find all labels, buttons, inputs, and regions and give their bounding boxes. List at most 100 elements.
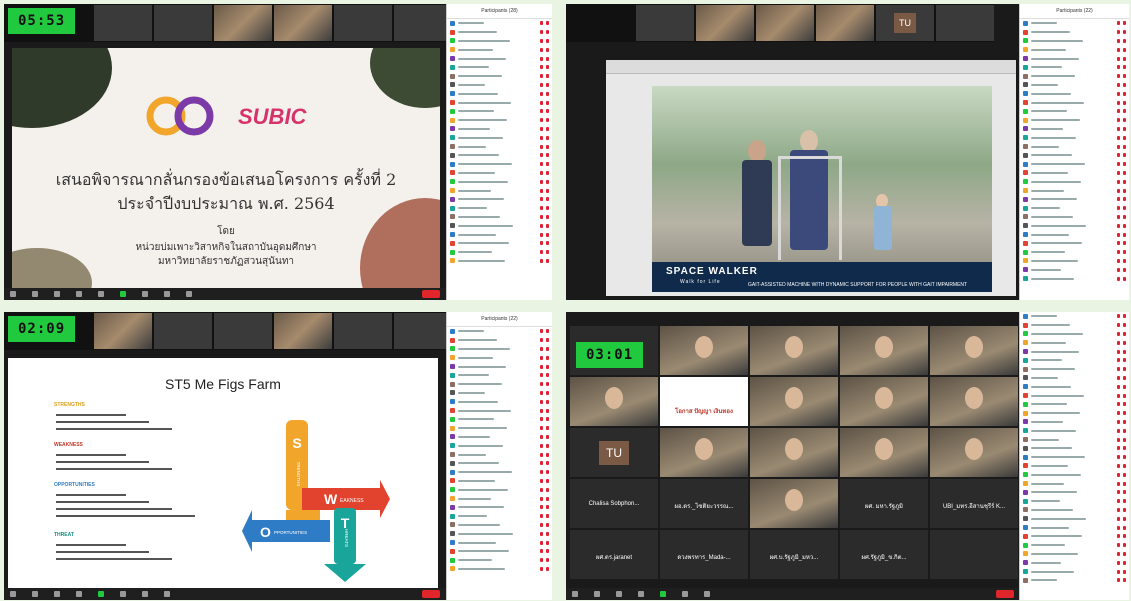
video-tile[interactable]: TU: [570, 428, 658, 477]
participant-row[interactable]: [447, 336, 552, 345]
participants-icon[interactable]: [638, 591, 644, 597]
video-tile[interactable]: Chalisa Sobphon...: [570, 479, 658, 528]
video-thumbnail[interactable]: [334, 5, 392, 41]
participant-row[interactable]: [1020, 37, 1129, 46]
video-tile[interactable]: [750, 428, 838, 477]
chat-icon[interactable]: [98, 291, 104, 297]
participant-row[interactable]: [447, 459, 552, 468]
video-tile[interactable]: [750, 326, 838, 375]
participant-row[interactable]: [447, 37, 552, 46]
mic-icon[interactable]: [10, 291, 16, 297]
record-icon[interactable]: [142, 591, 148, 597]
participant-row[interactable]: [447, 538, 552, 547]
participant-row[interactable]: [447, 397, 552, 406]
participant-row[interactable]: [1020, 453, 1129, 462]
participant-row[interactable]: [1020, 532, 1129, 541]
participant-row[interactable]: [447, 213, 552, 222]
video-tile[interactable]: โอกาส ปัญญา เงินทอง: [660, 377, 748, 426]
video-thumbnail[interactable]: [154, 313, 212, 349]
participant-row[interactable]: [1020, 125, 1129, 134]
participant-row[interactable]: [447, 81, 552, 90]
participant-row[interactable]: [447, 230, 552, 239]
video-thumbnail[interactable]: [696, 5, 754, 41]
participant-row[interactable]: [447, 565, 552, 574]
participant-row[interactable]: [447, 424, 552, 433]
participant-row[interactable]: [1020, 160, 1129, 169]
video-thumbnail[interactable]: [636, 5, 694, 41]
participant-row[interactable]: [1020, 230, 1129, 239]
participant-row[interactable]: [1020, 514, 1129, 523]
share-screen-icon[interactable]: [660, 591, 666, 597]
participant-row[interactable]: [1020, 321, 1129, 330]
participant-row[interactable]: [447, 63, 552, 72]
participant-row[interactable]: [1020, 479, 1129, 488]
mic-icon[interactable]: [572, 591, 578, 597]
video-tile[interactable]: [930, 428, 1018, 477]
video-thumbnail[interactable]: [154, 5, 212, 41]
participant-row[interactable]: [447, 468, 552, 477]
participant-row[interactable]: [1020, 213, 1129, 222]
participant-row[interactable]: [1020, 444, 1129, 453]
participant-row[interactable]: [1020, 177, 1129, 186]
participants-icon[interactable]: [76, 591, 82, 597]
video-tile[interactable]: ผศ.ดร.jaranet: [570, 530, 658, 579]
chat-icon[interactable]: [682, 591, 688, 597]
participant-row[interactable]: [1020, 462, 1129, 471]
video-icon[interactable]: [32, 291, 38, 297]
video-thumbnail[interactable]: [94, 313, 152, 349]
participant-row[interactable]: [447, 362, 552, 371]
participant-row[interactable]: [1020, 257, 1129, 266]
participant-row[interactable]: [447, 441, 552, 450]
participant-row[interactable]: [1020, 63, 1129, 72]
participant-row[interactable]: [1020, 239, 1129, 248]
participant-row[interactable]: [1020, 506, 1129, 515]
participant-row[interactable]: [1020, 45, 1129, 54]
participant-row[interactable]: [447, 204, 552, 213]
participants-icon[interactable]: [76, 291, 82, 297]
participant-row[interactable]: [447, 98, 552, 107]
participant-row[interactable]: [1020, 347, 1129, 356]
video-tile[interactable]: [840, 326, 928, 375]
participant-row[interactable]: [447, 239, 552, 248]
end-meeting-button[interactable]: [422, 290, 440, 298]
participant-row[interactable]: [1020, 19, 1129, 28]
participant-row[interactable]: [1020, 374, 1129, 383]
participant-row[interactable]: [1020, 330, 1129, 339]
video-tile[interactable]: [750, 377, 838, 426]
participant-row[interactable]: [447, 380, 552, 389]
video-icon[interactable]: [32, 591, 38, 597]
video-tile[interactable]: [930, 530, 1018, 579]
reactions-icon[interactable]: [164, 591, 170, 597]
participant-row[interactable]: [1020, 418, 1129, 427]
video-tile[interactable]: [930, 326, 1018, 375]
participant-row[interactable]: [1020, 470, 1129, 479]
participant-row[interactable]: [447, 248, 552, 257]
participant-row[interactable]: [447, 177, 552, 186]
video-thumbnail[interactable]: [756, 5, 814, 41]
participant-row[interactable]: [1020, 221, 1129, 230]
reactions-icon[interactable]: [164, 291, 170, 297]
participant-row[interactable]: [1020, 558, 1129, 567]
participant-row[interactable]: [447, 133, 552, 142]
participant-row[interactable]: [447, 529, 552, 538]
participant-row[interactable]: [447, 450, 552, 459]
video-thumbnail[interactable]: [214, 313, 272, 349]
participant-row[interactable]: [1020, 54, 1129, 63]
video-tile[interactable]: ผศ.บ.รัฐภูมิ_มหว...: [750, 530, 838, 579]
participant-row[interactable]: [447, 406, 552, 415]
participant-row[interactable]: [447, 54, 552, 63]
participant-row[interactable]: [447, 151, 552, 160]
participant-row[interactable]: [447, 116, 552, 125]
participant-row[interactable]: [447, 45, 552, 54]
video-tile[interactable]: ผศ. มหา.รัฐภูมิ: [840, 479, 928, 528]
participant-row[interactable]: [1020, 435, 1129, 444]
participant-row[interactable]: [1020, 186, 1129, 195]
record-icon[interactable]: [142, 291, 148, 297]
participant-row[interactable]: [1020, 391, 1129, 400]
participant-row[interactable]: [447, 327, 552, 336]
participant-row[interactable]: [447, 107, 552, 116]
video-tile[interactable]: [660, 326, 748, 375]
participant-row[interactable]: [447, 195, 552, 204]
participant-row[interactable]: [1020, 195, 1129, 204]
security-icon[interactable]: [54, 591, 60, 597]
